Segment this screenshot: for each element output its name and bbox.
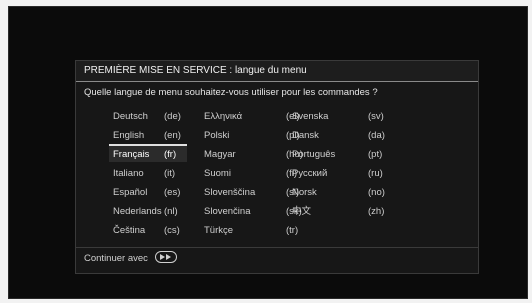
language-name: English [113,130,145,141]
language-name: Suomi [204,168,231,179]
language-name: Norsk [292,187,317,198]
language-name: Svenska [292,111,329,122]
language-name: Slovenčina [204,206,251,217]
continue-label: Continuer avec [84,253,148,264]
language-name: Português [292,149,336,160]
language-name: Français [113,149,150,160]
language-code: (cs) [164,225,180,236]
language-name: Magyar [204,149,236,160]
dialog-question: Quelle langue de menu souhaitez-vous uti… [84,87,378,98]
language-name: Polski [204,130,230,141]
language-name: Slovenščina [204,187,256,198]
language-code: (da) [368,130,385,141]
language-name: Deutsch [113,111,148,122]
language-name: Ελληνικά [204,111,243,122]
tv-screen: PREMIÈRE MISE EN SERVICE : langue du men… [8,6,528,299]
language-name: Dansk [292,130,319,141]
dialog-title: PREMIÈRE MISE EN SERVICE : langue du men… [76,61,478,82]
dialog-footer: Continuer avec [84,251,177,266]
language-name: Türkçe [204,225,234,236]
footer-divider [76,247,478,248]
language-code: (pt) [368,149,383,160]
language-code: (tr) [286,225,299,236]
language-code: (es) [164,187,181,198]
language-name: 中文 [292,206,312,217]
language-code: (zh) [368,206,385,217]
language-name: Čeština [113,225,146,236]
language-name: Nederlands [113,206,162,217]
language-code: (sv) [368,111,384,122]
language-code: (fr) [164,149,177,160]
language-code: (ru) [368,168,383,179]
language-code: (it) [164,168,176,179]
language-code: (no) [368,187,385,198]
language-name: Español [113,187,148,198]
language-name: Русский [292,168,328,179]
language-code: (de) [164,111,181,122]
language-name: Italiano [113,168,144,179]
fast-forward-icon[interactable] [154,251,177,264]
language-code: (en) [164,130,181,141]
language-dialog: PREMIÈRE MISE EN SERVICE : langue du men… [75,60,479,274]
language-code: (nl) [164,206,178,217]
